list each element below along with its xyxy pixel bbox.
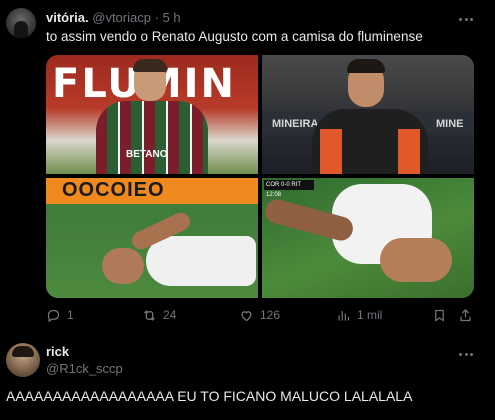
- bench-sign-left: MINEIRA: [272, 118, 319, 130]
- like-button[interactable]: 126: [239, 307, 280, 323]
- ad-board-text: OOCOIEO: [62, 179, 165, 201]
- retweet-button[interactable]: 24: [142, 307, 176, 323]
- more-icon[interactable]: [459, 347, 473, 361]
- media-grid[interactable]: FLUMIN BETANO MINEIRA MINE OOCOIEO: [46, 55, 474, 298]
- bench-sign-right: MINE: [436, 118, 464, 130]
- view-count: 1 mil: [357, 308, 383, 322]
- handle[interactable]: @R1ck_sccp: [46, 361, 123, 376]
- share-icon: [460, 308, 471, 321]
- tweet-text: to assim vendo o Renato Augusto com a ca…: [46, 29, 423, 44]
- share-button[interactable]: [458, 307, 479, 323]
- media-photo-3[interactable]: OOCOIEO: [46, 178, 258, 298]
- retweet-count: 24: [163, 308, 177, 322]
- reply-text: AAAAAAAAAAAAAAAAAA EU TO FICANO MALUCO L…: [6, 388, 413, 404]
- avatar[interactable]: [6, 343, 40, 377]
- timeline: vitória. @vtoriacp · 5 h to assim vendo …: [0, 0, 495, 420]
- bookmark-button[interactable]: [432, 307, 453, 323]
- heart-icon: [241, 310, 252, 321]
- retweet-icon: [144, 309, 155, 321]
- sponsor-label: BETANO: [126, 149, 168, 160]
- player-body: [146, 236, 256, 286]
- like-count: 126: [260, 308, 281, 322]
- player-hair: [347, 59, 385, 73]
- timestamp[interactable]: 5 h: [163, 10, 181, 25]
- scorebug: COR 0-0 RIT 12:08: [264, 180, 314, 198]
- avatar[interactable]: [6, 8, 36, 38]
- reply-icon: [47, 309, 60, 322]
- media-photo-1[interactable]: FLUMIN BETANO: [46, 55, 258, 174]
- player-hair: [133, 59, 167, 72]
- views-icon: [338, 310, 350, 320]
- player-shirt: [96, 101, 208, 174]
- bookmark-icon: [435, 309, 444, 322]
- more-icon[interactable]: [459, 12, 473, 26]
- reply-header: rick: [46, 344, 69, 359]
- reply-count: 1: [67, 308, 74, 322]
- separator: ·: [154, 10, 159, 25]
- reply-button[interactable]: 1: [46, 307, 74, 323]
- handle[interactable]: @vtoriacp: [92, 10, 151, 25]
- display-name[interactable]: vitória.: [46, 10, 89, 25]
- player-head: [380, 238, 452, 282]
- views-button[interactable]: 1 mil: [336, 307, 382, 323]
- player-head: [102, 248, 144, 284]
- tweet-header: vitória. @vtoriacp · 5 h: [46, 10, 181, 25]
- vest-right: [398, 129, 420, 174]
- media-photo-4[interactable]: COR 0-0 RIT 12:08: [262, 178, 474, 298]
- media-photo-2[interactable]: MINEIRA MINE: [262, 55, 474, 174]
- vest-left: [320, 129, 342, 174]
- display-name[interactable]: rick: [46, 344, 69, 359]
